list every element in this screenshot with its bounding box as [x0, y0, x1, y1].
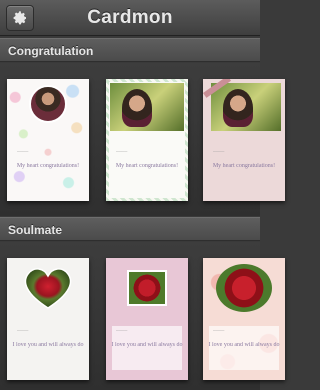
- app-header: Cardmon: [0, 0, 260, 36]
- photo-portrait: [223, 89, 253, 127]
- card-congratulation-3[interactable]: ──── My heart congratulations!: [203, 79, 285, 201]
- rose-photo: [216, 264, 272, 312]
- card-message: I love you and will always do: [208, 342, 280, 348]
- card-shelf-congratulation[interactable]: ──── My heart congratulations! ──── My h…: [0, 63, 285, 216]
- card-message: My heart congratulations!: [212, 163, 276, 169]
- card-message: My heart congratulations!: [16, 163, 80, 169]
- card-congratulation-2[interactable]: ──── My heart congratulations!: [106, 79, 188, 201]
- card-soulmate-3[interactable]: ──── I love you and will always do: [203, 258, 285, 380]
- card-photo: [29, 85, 67, 123]
- card-from-line: ────: [213, 149, 225, 154]
- card-soulmate-2[interactable]: ──── I love you and will always do: [106, 258, 188, 380]
- heart-photo: [24, 268, 72, 309]
- card-photo: [211, 83, 281, 131]
- card-message: My heart congratulations!: [115, 163, 179, 169]
- card-soulmate-1[interactable]: ──── I love you and will always do: [7, 258, 89, 380]
- card-congratulation-1[interactable]: ──── My heart congratulations!: [7, 79, 89, 201]
- section-title: Soulmate: [8, 223, 63, 237]
- card-shelf-soulmate[interactable]: ──── I love you and will always do ──── …: [0, 242, 285, 390]
- card-from-line: ────: [116, 328, 128, 333]
- card-from-line: ────: [17, 328, 29, 333]
- section-title: Congratulation: [8, 44, 94, 58]
- card-from-line: ────: [116, 149, 128, 154]
- card-message: I love you and will always do: [111, 342, 183, 348]
- card-photo: [110, 83, 184, 131]
- photo-portrait: [122, 89, 152, 127]
- section-header-congratulation: Congratulation: [0, 38, 260, 62]
- card-from-line: ────: [17, 149, 29, 154]
- section-header-soulmate: Soulmate: [0, 217, 260, 241]
- card-from-line: ────: [213, 328, 225, 333]
- app-title: Cardmon: [87, 7, 173, 28]
- rose-photo: [127, 270, 167, 306]
- card-message: I love you and will always do: [12, 342, 84, 348]
